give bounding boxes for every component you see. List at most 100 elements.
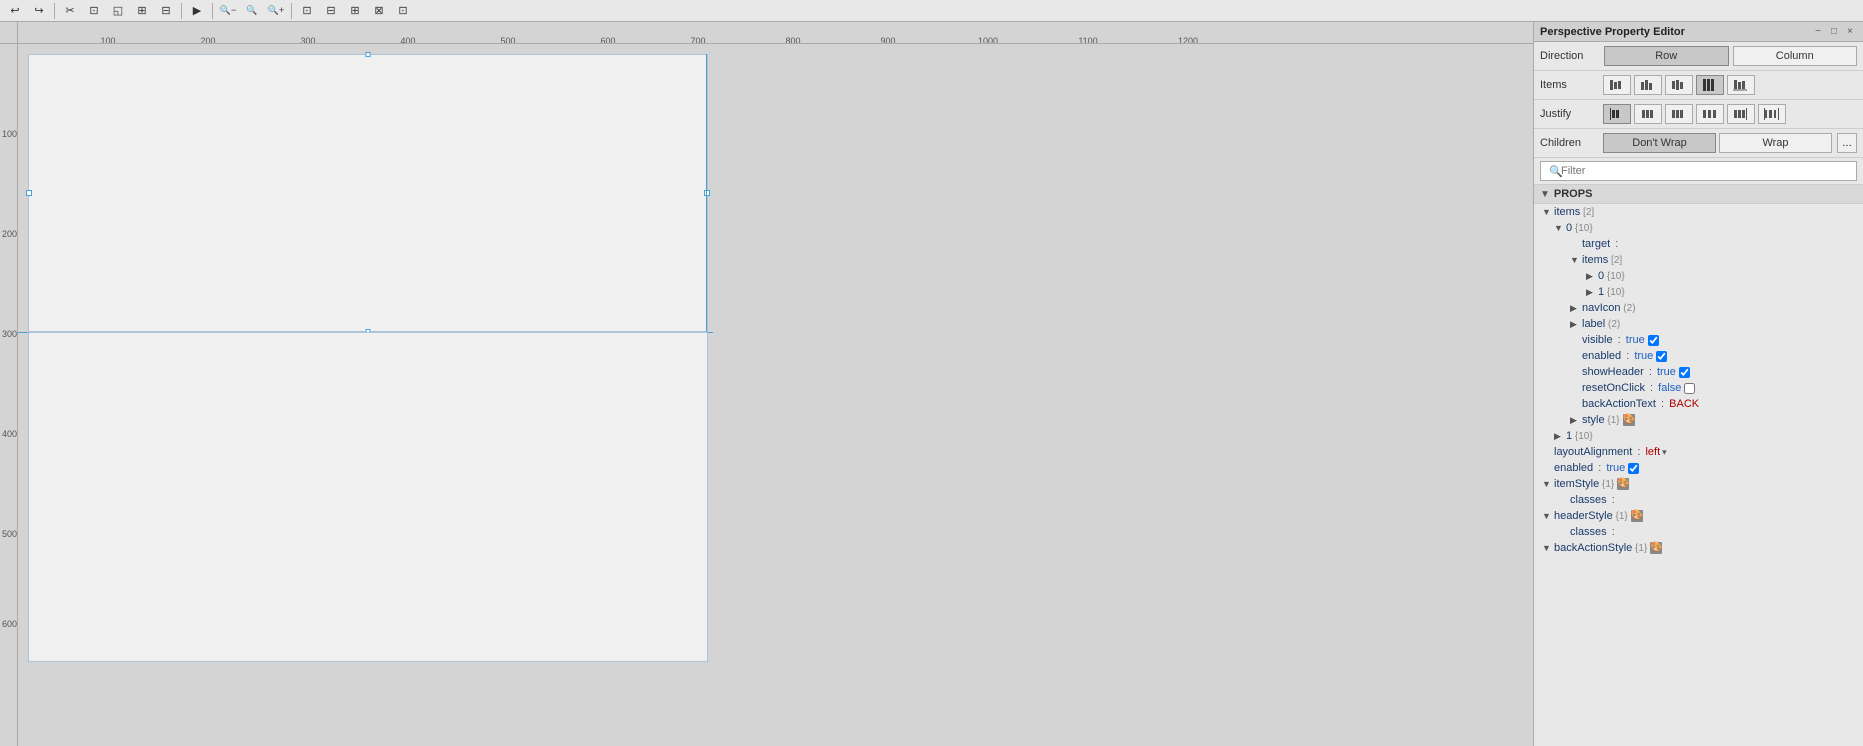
toolbar-align-btn-5[interactable]: ⊡ [392,2,414,20]
canvas-area[interactable]: 100 200 300 400 500 600 700 800 900 1000… [0,22,1533,746]
tree-target[interactable]: target : [1534,236,1863,252]
toolbar-align-btn-2[interactable]: ⊟ [320,2,342,20]
itemstyle-key: itemStyle [1554,478,1599,490]
tree-style[interactable]: ▶ style {1} 🎨 [1534,412,1863,428]
toolbar-btn-3[interactable]: ⊡ [83,2,105,20]
tree-items[interactable]: ▼ items [2] [1534,204,1863,220]
tree-navicon[interactable]: ▶ navIcon (2) [1534,300,1863,316]
toolbar-btn-5[interactable]: ⊞ [131,2,153,20]
props-tree[interactable]: ▼ PROPS ▼ items [2] ▼ 0 {10} target : [1534,185,1863,746]
title-minimize-btn[interactable]: − [1811,25,1825,39]
items-btn-3[interactable] [1665,75,1693,95]
handle-top-center[interactable] [366,52,371,57]
headerstyle-key: headerStyle [1554,510,1613,522]
title-maximize-btn[interactable]: □ [1827,25,1841,39]
resetonclick-arrow [1570,383,1582,393]
tree-headerstyle[interactable]: ▼ headerStyle {1} 🎨 [1534,508,1863,524]
layoutalignment-value: left [1642,446,1660,458]
tree-showheader[interactable]: showHeader : true [1534,364,1863,380]
tree-enabled-0[interactable]: enabled : true [1534,348,1863,364]
handle-right-center[interactable] [704,190,710,196]
toolbar-forward-btn[interactable]: ↪ [28,2,50,20]
enabled-0-checkbox[interactable] [1656,351,1667,362]
toolbar-zoom-out-btn[interactable]: 🔍− [217,2,239,20]
justify-btn-5[interactable] [1727,104,1755,124]
tree-items-nested[interactable]: ▼ items [2] [1534,252,1863,268]
layoutalignment-colon: : [1634,446,1640,458]
toolbar-cut-btn[interactable]: ✂ [59,2,81,20]
justify-btn-6[interactable] [1758,104,1786,124]
items-btn-4[interactable] [1696,75,1724,95]
toolbar-zoom-btn[interactable]: 🔍 [241,2,263,20]
navicon-arrow: ▶ [1570,303,1582,314]
justify-btn-3[interactable] [1665,104,1693,124]
children-nowrap-btn[interactable]: Don't Wrap [1603,133,1716,153]
direction-row-btn[interactable]: Row [1604,46,1729,66]
resetonclick-checkbox[interactable] [1684,383,1695,394]
items-btn-5[interactable] [1727,75,1755,95]
tree-label[interactable]: ▶ label (2) [1534,316,1863,332]
backactionstyle-key: backActionStyle [1554,542,1632,554]
tree-items-0[interactable]: ▼ 0 {10} [1534,220,1863,236]
toolbar-align-btn-4[interactable]: ⊠ [368,2,390,20]
prop-editor-titlebar: Perspective Property Editor − □ × [1534,22,1863,42]
toolbar-align-btn-1[interactable]: ⊡ [296,2,318,20]
canvas-content[interactable] [18,44,1533,746]
tree-layoutalignment[interactable]: layoutAlignment : left ▾ [1534,444,1863,460]
items-1-count: {10} [1572,431,1593,442]
enabled-0-arrow [1570,351,1582,361]
title-close-btn[interactable]: × [1843,25,1857,39]
main-layout: 100 200 300 400 500 600 700 800 900 1000… [0,22,1863,746]
tree-visible[interactable]: visible : true [1534,332,1863,348]
items-0-count: {10} [1572,223,1593,234]
toolbar-zoom-in-btn[interactable]: 🔍+ [265,2,287,20]
toolbar-btn-4[interactable]: ◱ [107,2,129,20]
tree-headerstyle-classes[interactable]: classes : [1534,524,1863,540]
filter-input[interactable] [1540,161,1857,181]
props-section-label: PROPS [1554,188,1593,200]
justify-btn-2[interactable] [1634,104,1662,124]
headerstyle-count: {1} [1613,511,1628,522]
canvas-panel-top[interactable] [28,54,708,332]
children-wrap-btn[interactable]: Wrap [1719,133,1832,153]
tree-items-1[interactable]: ▶ 1 {10} [1534,428,1863,444]
justify-btn-4[interactable] [1696,104,1724,124]
justify-label: Justify [1540,108,1600,120]
children-extra-btn[interactable]: … [1837,133,1857,153]
toolbar-play-btn[interactable]: ▶ [186,2,208,20]
items-btn-1[interactable] [1603,75,1631,95]
layoutalignment-dropdown[interactable]: ▾ [1662,447,1667,458]
visible-checkbox[interactable] [1648,335,1659,346]
tree-itemstyle[interactable]: ▼ itemStyle {1} 🎨 [1534,476,1863,492]
toolbar-btn-6[interactable]: ⊟ [155,2,177,20]
props-section-header[interactable]: ▼ PROPS [1534,185,1863,204]
showheader-checkbox[interactable] [1679,367,1690,378]
items-btn-2[interactable] [1634,75,1662,95]
enabled-top-checkbox[interactable] [1628,463,1639,474]
tree-backactiontext[interactable]: backActionText : BACK [1534,396,1863,412]
enabled-top-colon: : [1595,462,1601,474]
canvas-panel-right[interactable] [713,54,1528,736]
ruler-top: 100 200 300 400 500 600 700 800 900 1000… [18,22,1533,44]
tree-enabled-top[interactable]: enabled : true [1534,460,1863,476]
canvas-panel-bottom[interactable] [28,332,708,662]
justify-btn-1[interactable] [1603,104,1631,124]
tree-items-nested-0[interactable]: ▶ 0 {10} [1534,268,1863,284]
handle-left-center[interactable] [26,190,32,196]
toolbar-back-btn[interactable]: ↩ [4,2,26,20]
items-1-arrow: ▶ [1554,431,1566,442]
ruler-tick-900: 900 [880,36,895,44]
items-nested-key: items [1582,254,1608,266]
tree-items-nested-1[interactable]: ▶ 1 {10} [1534,284,1863,300]
direction-label: Direction [1540,50,1600,62]
ruler-tick-1200: 1200 [1178,36,1198,44]
showheader-arrow [1570,367,1582,377]
tree-backactionstyle[interactable]: ▼ backActionStyle {1} 🎨 [1534,540,1863,556]
tree-resetonclick[interactable]: resetOnClick : false [1534,380,1863,396]
layoutalignment-key: layoutAlignment [1554,446,1632,458]
label-count: (2) [1605,319,1620,330]
tree-itemstyle-classes[interactable]: classes : [1534,492,1863,508]
style-arrow: ▶ [1570,415,1582,426]
toolbar-align-btn-3[interactable]: ⊞ [344,2,366,20]
direction-column-btn[interactable]: Column [1733,46,1858,66]
